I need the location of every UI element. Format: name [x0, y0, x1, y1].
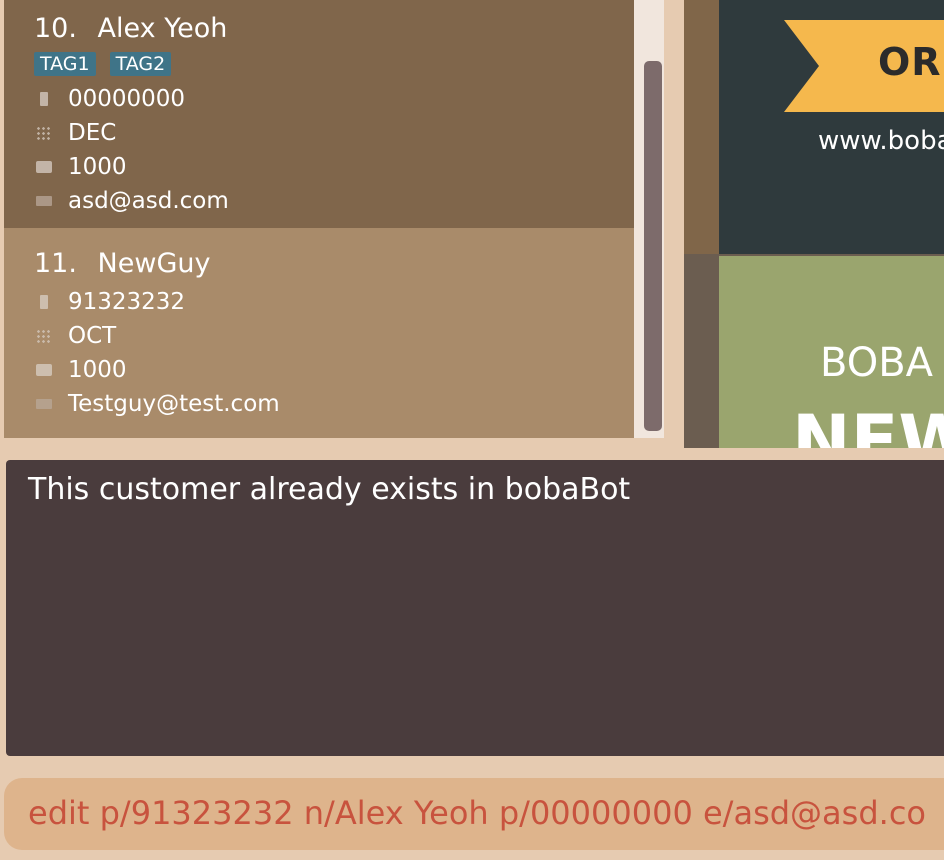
phone-value: 91323232	[68, 289, 186, 315]
reward-value: 1000	[68, 357, 127, 383]
email-field: Testguy@test.com	[34, 391, 280, 417]
customer-list-panel: 10. Alex Yeoh TAG1 TAG2 00000000 DEC 100…	[4, 0, 664, 438]
result-message: This customer already exists in bobaBot	[28, 472, 631, 507]
phone-field: 00000000	[34, 86, 185, 112]
customer-index: 10.	[34, 13, 77, 44]
calendar-icon	[36, 126, 52, 140]
customer-name-line: 10. Alex Yeoh	[34, 13, 227, 44]
month-value: OCT	[68, 323, 117, 349]
email-value: Testguy@test.com	[68, 391, 280, 417]
email-value: asd@asd.com	[68, 188, 229, 214]
email-field: asd@asd.com	[34, 188, 229, 214]
promo-image: ORD www.boba BOBA NEW	[684, 0, 944, 448]
phone-icon	[40, 92, 48, 106]
phone-icon	[40, 295, 48, 309]
customer-name: Alex Yeoh	[97, 13, 228, 44]
reward-field: 1000	[34, 154, 127, 180]
reward-value: 1000	[68, 154, 127, 180]
tag-label: TAG2	[109, 52, 172, 76]
customer-card[interactable]: 10. Alex Yeoh TAG1 TAG2 00000000 DEC 100…	[4, 0, 634, 228]
month-field: OCT	[34, 323, 116, 349]
customer-name: NewGuy	[97, 248, 211, 279]
gift-icon	[36, 364, 52, 376]
month-value: DEC	[68, 120, 117, 146]
month-field: DEC	[34, 120, 116, 146]
command-input[interactable]	[28, 794, 928, 832]
tag-list: TAG1 TAG2	[34, 52, 172, 76]
result-display: This customer already exists in bobaBot	[6, 460, 944, 756]
calendar-icon	[36, 329, 52, 343]
list-scrollbar[interactable]	[638, 0, 664, 438]
scrollbar-thumb[interactable]	[644, 61, 662, 431]
email-icon	[36, 196, 52, 206]
gift-icon	[36, 161, 52, 173]
customer-index: 11.	[34, 248, 77, 279]
customer-name-line: 11. NewGuy	[34, 248, 210, 279]
promo-url: www.boba	[818, 126, 944, 156]
promo-news-text: NEW	[792, 400, 944, 448]
reward-field: 1000	[34, 357, 127, 383]
phone-value: 00000000	[68, 86, 186, 112]
tag-label: TAG1	[34, 52, 96, 76]
phone-field: 91323232	[34, 289, 185, 315]
email-icon	[36, 399, 52, 409]
customer-card[interactable]: 11. NewGuy 91323232 OCT 1000 Testguy@tes…	[4, 228, 634, 438]
promo-boba-text: BOBA	[820, 340, 934, 386]
command-box[interactable]	[4, 778, 944, 850]
ribbon-text: ORD	[878, 40, 944, 84]
